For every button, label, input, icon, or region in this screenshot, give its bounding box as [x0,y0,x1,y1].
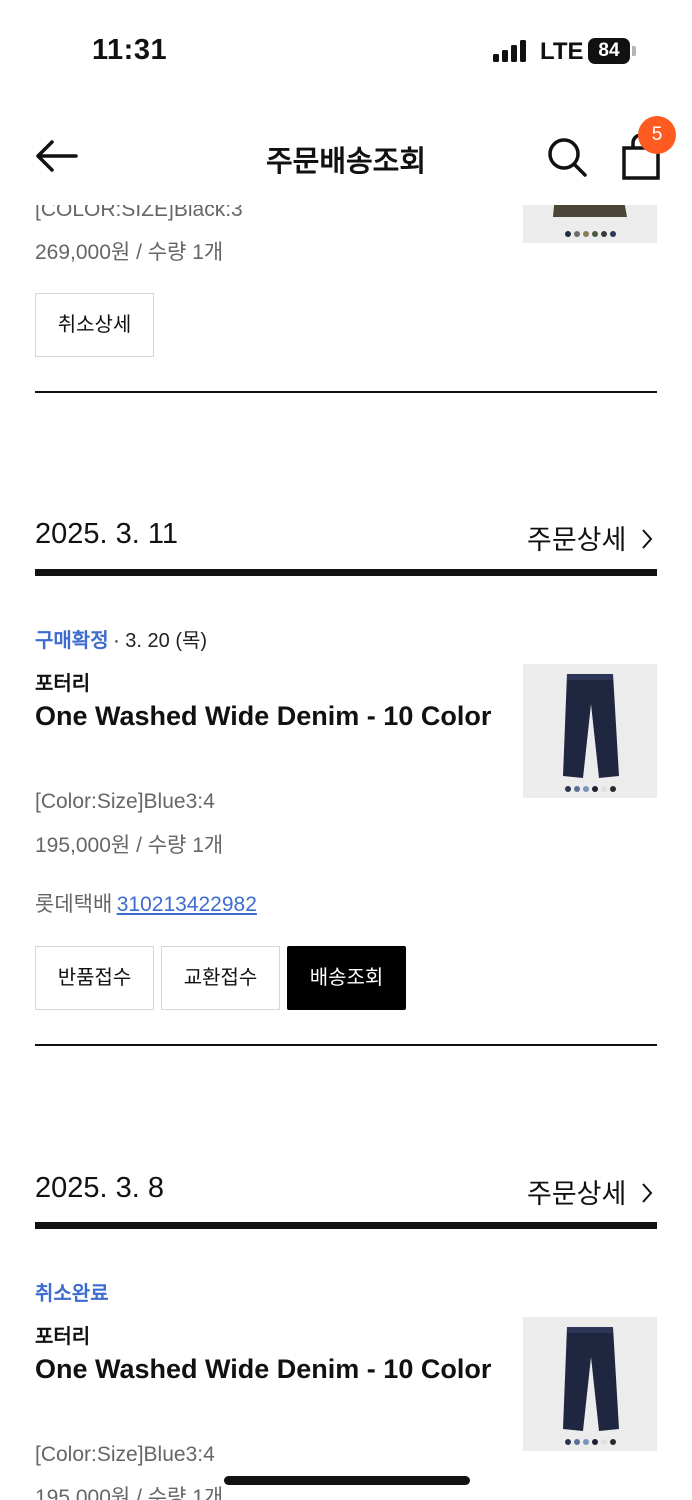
brand-name: 포터리 [35,673,91,695]
color-swatch-dot [600,786,607,792]
tracking-info: 롯데택배 310213422982 [35,888,257,918]
carrier-name: 롯데택배 [35,893,113,916]
order-status: 취소완료 [35,1283,109,1305]
color-swatch-dot [573,231,580,237]
color-swatch-dot [573,786,580,792]
color-swatches [523,786,657,792]
order-detail-label: 주문상세 [527,525,627,555]
color-swatch-dot [591,786,598,792]
color-swatches [523,1439,657,1445]
order-status-row: 구매확정 · 3. 20 (목) [35,624,207,653]
exchange-request-button[interactable]: 교환접수 [161,946,280,1010]
color-swatches [523,231,657,237]
color-swatch-dot [582,786,589,792]
color-swatch-dot [600,1439,607,1445]
order-detail-link[interactable]: 주문상세 [527,518,655,557]
order-divider [35,569,657,576]
color-swatch-dot [609,231,616,237]
app-header: 주문배송조회 [0,110,692,205]
cancel-detail-button[interactable]: 취소상세 [35,293,154,357]
color-swatch-dot [600,231,607,237]
color-swatch-dot [582,231,589,237]
page-title: 주문배송조회 [265,146,427,178]
order-detail-label: 주문상세 [527,1179,627,1209]
chevron-right-icon [642,529,653,549]
order-status: 구매확정 [35,630,109,652]
color-swatch-dot [564,786,571,792]
track-delivery-button[interactable]: 배송조회 [287,946,406,1010]
chevron-right-icon [642,1183,653,1203]
option-text: [Color:Size]Blue3:4 [35,1443,215,1466]
tracking-number-link[interactable]: 310213422982 [117,893,257,916]
product-thumbnail[interactable] [523,1317,657,1451]
denim-pants-image [563,1327,619,1431]
price-qty: 195,000원 / 수량 1개 [35,834,224,857]
order-date: 2025. 3. 11 [35,518,178,550]
color-swatch-dot [564,1439,571,1445]
order-status-date: · 3. 20 (목) [113,630,208,652]
color-swatch-dot [582,1439,589,1445]
home-indicator [224,1476,470,1485]
cart-count-badge: 5 [638,116,676,154]
product-name[interactable]: One Washed Wide Denim - 10 Color [35,1350,495,1389]
return-request-button[interactable]: 반품접수 [35,946,154,1010]
price-qty: 195,000원 / 수량 1개 [35,1486,224,1500]
order-divider [35,1222,657,1229]
color-swatch-dot [573,1439,580,1445]
color-swatch-dot [591,1439,598,1445]
option-text: [Color:Size]Blue3:4 [35,790,215,813]
order-date: 2025. 3. 8 [35,1172,164,1204]
color-swatch-dot [564,231,571,237]
brand-name: 포터리 [35,1326,91,1348]
divider [35,1044,657,1046]
product-name[interactable]: One Washed Wide Denim - 10 Color [35,697,495,736]
order-detail-link[interactable]: 주문상세 [527,1172,655,1211]
product-thumbnail[interactable] [523,664,657,798]
color-swatch-dot [609,786,616,792]
order-list[interactable]: [COLOR:SIZE]Black:3 269,000원 / 수량 1개 취소상… [0,0,692,1500]
denim-pants-image [563,674,619,778]
search-icon[interactable] [546,136,588,178]
color-swatch-dot [591,231,598,237]
divider [35,391,657,393]
color-swatch-dot [609,1439,616,1445]
price-qty: 269,000원 / 수량 1개 [35,241,224,264]
